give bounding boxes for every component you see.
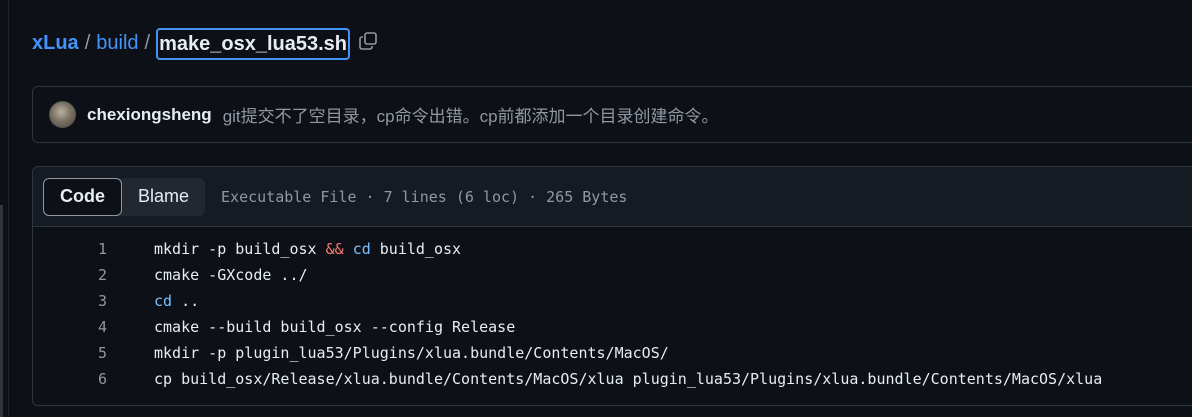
view-mode-toggle: Code Blame [43, 177, 206, 216]
line-number[interactable]: 3 [33, 288, 107, 314]
file-viewer: Code Blame Executable File · 7 lines (6 … [32, 166, 1192, 406]
commit-message-link[interactable]: git提交不了空目录，cp命令出错。cp前都添加一个目录创建命令。 [223, 102, 719, 127]
code-token: cd [352, 240, 371, 258]
file-header: Code Blame Executable File · 7 lines (6 … [33, 167, 1192, 227]
code-token: cd [154, 292, 173, 310]
line-number[interactable]: 6 [33, 366, 107, 392]
code-token: mkdir -p plugin_lua53/Plugins/xlua.bundl… [154, 344, 669, 362]
line-number[interactable]: 1 [33, 236, 107, 262]
breadcrumb-folder-link[interactable]: build [96, 32, 138, 55]
code-line: 1 mkdir -p build_osx && cd build_osx [33, 236, 1192, 262]
breadcrumb: xLua / build / make_osx_lua53.sh [32, 27, 380, 60]
file-view-page: xLua / build / make_osx_lua53.sh chexion… [0, 0, 1192, 417]
code-token: && [325, 240, 344, 258]
line-code: mkdir -p build_osx && cd build_osx [154, 236, 461, 262]
code-token: mkdir -p build_osx [154, 240, 326, 258]
code-tab[interactable]: Code [43, 177, 122, 216]
copy-path-button[interactable] [356, 31, 380, 57]
code-line: 4 cmake --build build_osx --config Releas… [33, 314, 1192, 340]
file-info: Executable File · 7 lines (6 loc) · 265 … [221, 187, 628, 206]
latest-commit-bar: chexiongsheng git提交不了空目录，cp命令出错。cp前都添加一个… [32, 86, 1192, 143]
code-token: cp build_osx/Release/xlua.bundle/Content… [154, 370, 1103, 388]
code-line: 5 mkdir -p plugin_lua53/Plugins/xlua.bund… [33, 340, 1192, 366]
copy-icon [358, 31, 378, 57]
line-code: mkdir -p plugin_lua53/Plugins/xlua.bundl… [154, 340, 669, 366]
breadcrumb-repo-link[interactable]: xLua [32, 32, 79, 55]
breadcrumb-separator: / [84, 32, 91, 54]
code-line: 3 cd .. [33, 288, 1192, 314]
code-line: 2 cmake -GXcode ../ [33, 262, 1192, 288]
line-code: cp build_osx/Release/xlua.bundle/Content… [154, 366, 1102, 392]
code-listing: 1 mkdir -p build_osx && cd build_osx 2 cmak… [33, 227, 1192, 392]
code-token: cmake --build build_osx --config Release [154, 318, 516, 336]
code-token: cmake -GXcode ../ [154, 266, 308, 284]
line-code: cmake -GXcode ../ [154, 262, 308, 288]
line-number[interactable]: 4 [33, 314, 107, 340]
sidebar-scrollbar[interactable] [0, 205, 3, 417]
sidebar-divider [8, 0, 9, 417]
line-number[interactable]: 2 [33, 262, 107, 288]
code-line: 6 cp build_osx/Release/xlua.bundle/Conten… [33, 366, 1192, 392]
line-number[interactable]: 5 [33, 340, 107, 366]
code-token: build_osx [370, 240, 462, 258]
commit-author-link[interactable]: chexiongsheng [87, 105, 212, 125]
blame-tab[interactable]: Blame [122, 178, 205, 216]
avatar[interactable] [49, 101, 76, 128]
line-code: cd .. [154, 288, 199, 314]
code-token: .. [172, 292, 200, 310]
breadcrumb-separator: / [144, 32, 151, 54]
line-code: cmake --build build_osx --config Release [154, 314, 515, 340]
breadcrumb-file-name[interactable]: make_osx_lua53.sh [156, 27, 350, 60]
